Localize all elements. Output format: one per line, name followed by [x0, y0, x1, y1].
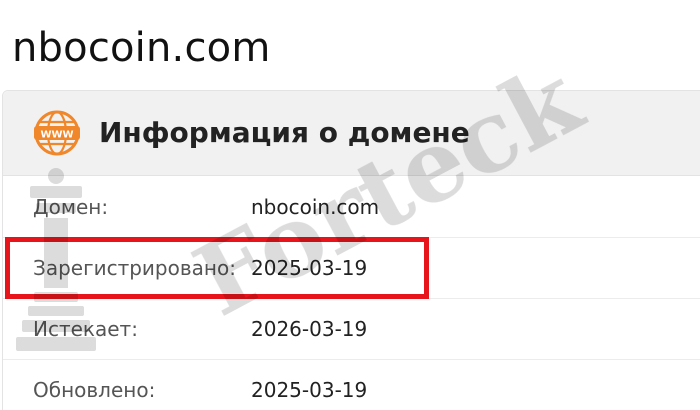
- row-value: 2025-03-19: [251, 378, 368, 402]
- row-value: 2025-03-19: [251, 256, 368, 280]
- row-label: Домен:: [33, 195, 109, 219]
- info-row-domain: Домен: nbocoin.com: [3, 177, 700, 238]
- svg-text:WWW: WWW: [40, 130, 73, 141]
- card-title: Информация о домене: [99, 116, 470, 149]
- info-row-updated: Обновлено: 2025-03-19: [3, 360, 700, 410]
- row-value: nbocoin.com: [251, 195, 380, 219]
- info-row-expires: Истекает: 2026-03-19: [3, 299, 700, 360]
- page-title: nbocoin.com: [12, 25, 271, 71]
- info-row-registered: Зарегистрировано: 2025-03-19: [3, 238, 700, 299]
- www-globe-icon: WWW: [34, 110, 80, 156]
- page: nbocoin.com WWW Информация о домене Доме…: [0, 0, 700, 410]
- row-value: 2026-03-19: [251, 317, 368, 341]
- card-header: WWW Информация о домене: [3, 91, 700, 176]
- row-label: Истекает:: [33, 317, 138, 341]
- domain-info-card: WWW Информация о домене Домен: nbocoin.c…: [2, 90, 700, 410]
- row-label: Зарегистрировано:: [33, 256, 236, 280]
- row-label: Обновлено:: [33, 378, 156, 402]
